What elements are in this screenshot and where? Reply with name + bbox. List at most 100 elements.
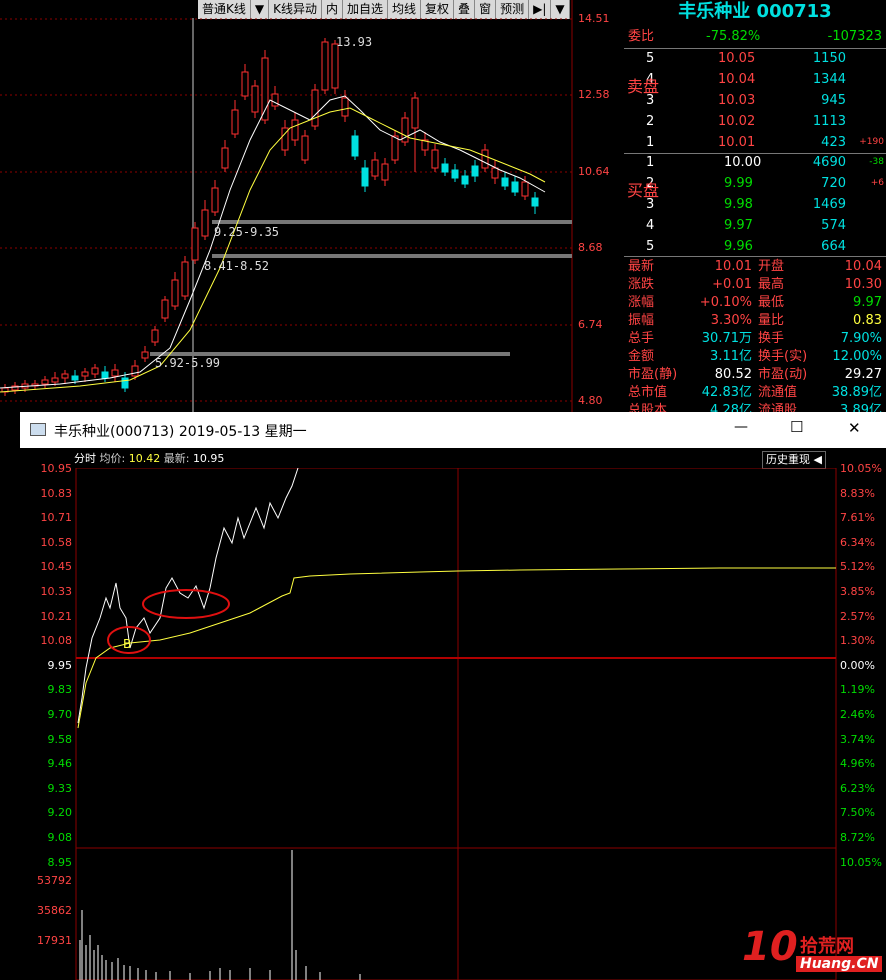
kline-candle <box>61 373 69 379</box>
pct-axis-label: 1.19% <box>840 683 875 697</box>
close-button[interactable]: ✕ <box>848 419 861 437</box>
quote-panel: 丰乐种业 000713 委比 -75.82% -107323 5 10.05 115… <box>624 0 886 418</box>
price-axis-label: 10.33 <box>40 585 73 598</box>
history-replay-button[interactable]: 历史重现 ◀ <box>762 451 826 469</box>
last-value: 10.95 <box>192 452 225 465</box>
stock-title: 丰乐种业 000713 <box>678 1 832 22</box>
kline-candle <box>441 163 449 173</box>
kline-candle <box>181 261 189 297</box>
kline-candle <box>471 165 479 177</box>
minimize-button[interactable]: — <box>734 419 748 435</box>
buy-marker: B <box>123 637 131 651</box>
price-axis-label: 8.95 <box>47 855 73 869</box>
bid-change: -38 <box>869 157 884 167</box>
price-axis-label: 9.20 <box>47 806 73 820</box>
bid-row: 2 9.99 720 +6 <box>624 173 886 194</box>
price-axis-label: 10.45 <box>40 560 73 574</box>
pct-axis-label: 8.72% <box>840 831 875 844</box>
pct-axis-label: 3.85% <box>840 585 875 598</box>
level-number: 1 <box>646 155 655 170</box>
kline-candle <box>211 187 219 213</box>
kline-candle <box>131 365 139 377</box>
kline-candle <box>91 367 99 375</box>
watermark-brand: 10 <box>742 924 798 970</box>
webi-label: 委比 <box>628 29 655 44</box>
kline-candle <box>511 181 519 193</box>
level-number: 1 <box>646 135 655 150</box>
history-replay-label: 历史重现 <box>766 453 810 466</box>
ask-price: 10.04 <box>718 72 756 87</box>
bid-volume: 4690 <box>812 155 846 170</box>
kline-candle <box>71 375 79 381</box>
bid-price: 9.99 <box>724 176 753 191</box>
window-titlebar[interactable]: 丰乐种业(000713) 2019-05-13 星期一 — ☐ ✕ <box>20 412 886 448</box>
kline-axis-label: 10.64 <box>578 165 610 178</box>
kline-candle <box>201 209 209 237</box>
ask-change: +190 <box>859 137 884 147</box>
ask-price: 10.02 <box>718 114 756 129</box>
kline-annotation: 5.92-5.99 <box>155 356 220 370</box>
kline-candle <box>451 169 459 179</box>
kline-candle <box>521 181 529 197</box>
bid-row: 3 9.98 1469 <box>624 194 886 215</box>
kline-candle <box>141 351 149 359</box>
maximize-button[interactable]: ☐ <box>790 418 803 436</box>
chart-frame <box>75 468 837 980</box>
kline-candle <box>241 71 249 97</box>
watermark-logo: 10 拾荒网 Huang.CN <box>742 924 886 980</box>
kline-candle <box>221 147 229 169</box>
pct-axis-label: 1.30% <box>840 634 875 648</box>
pct-axis-label: 6.23% <box>840 781 875 795</box>
kline-candle <box>341 97 349 117</box>
ask-row: 2 10.02 1113 <box>624 111 886 132</box>
level-number: 2 <box>646 114 655 129</box>
kline-candle <box>231 109 239 135</box>
price-axis-label: 9.46 <box>47 757 73 771</box>
price-axis-label: 10.58 <box>40 535 73 549</box>
kline-candle <box>431 149 439 169</box>
intraday-header: 分时 均价: 10.42 最新: 10.95 <box>74 450 834 468</box>
sell-side-label: 卖盘 <box>627 77 660 96</box>
kline-annotation: 9.25-9.35 <box>214 225 279 239</box>
intraday-chart: B <box>75 468 837 980</box>
price-line <box>77 468 299 724</box>
kline-candle <box>331 43 339 89</box>
kline-candle <box>251 85 259 113</box>
pct-axis-label: 10.05% <box>840 855 882 869</box>
ask-price: 10.01 <box>718 135 756 150</box>
kline-candle <box>311 89 319 127</box>
price-axis-label: 10.71 <box>40 511 73 525</box>
kline-axis-label: 12.58 <box>578 88 610 101</box>
bid-price: 10.00 <box>724 155 762 170</box>
app-icon <box>30 423 46 436</box>
ask-row: 3 10.03 945 <box>624 90 886 111</box>
kline-candle <box>381 163 389 181</box>
support-band <box>212 254 572 258</box>
kline-candle <box>291 119 299 141</box>
kline-candle <box>481 149 489 169</box>
bid-price: 9.98 <box>724 197 753 212</box>
avg-label: 均价: <box>99 452 126 465</box>
volume-axis-label: 35862 <box>37 904 72 917</box>
kline-chart: 13.93 9.25-9.35 8.41-8.52 5.92-5.99 <box>0 0 573 412</box>
watermark-domain: Huang.CN <box>796 956 883 972</box>
kline-candle <box>81 371 89 377</box>
kline-axis-label: 6.74 <box>578 318 603 331</box>
level-number: 4 <box>646 218 655 233</box>
kline-axis-label: 8.68 <box>578 241 603 254</box>
level-number: 5 <box>646 239 655 254</box>
intraday-window: 丰乐种业(000713) 2019-05-13 星期一 — ☐ ✕ 分时 均价:… <box>20 412 886 980</box>
pct-axis-label: 5.12% <box>840 560 875 574</box>
ask-row: 1 10.01 423 +190 <box>624 132 886 153</box>
price-axis-label: 9.83 <box>47 683 73 697</box>
pct-axis-label: 10.05% <box>840 462 882 475</box>
bid-row: 1 10.00 4690 -38 <box>624 152 886 173</box>
bid-row: 4 9.97 574 <box>624 215 886 236</box>
highlight-circle <box>142 589 230 619</box>
kline-candle <box>321 41 329 91</box>
kline-candle <box>101 371 109 379</box>
kline-axis-label: 4.80 <box>578 394 603 407</box>
tab-intraday[interactable]: 分时 <box>74 452 96 465</box>
kline-candle <box>271 93 279 107</box>
pct-axis-label: 7.61% <box>840 511 875 525</box>
